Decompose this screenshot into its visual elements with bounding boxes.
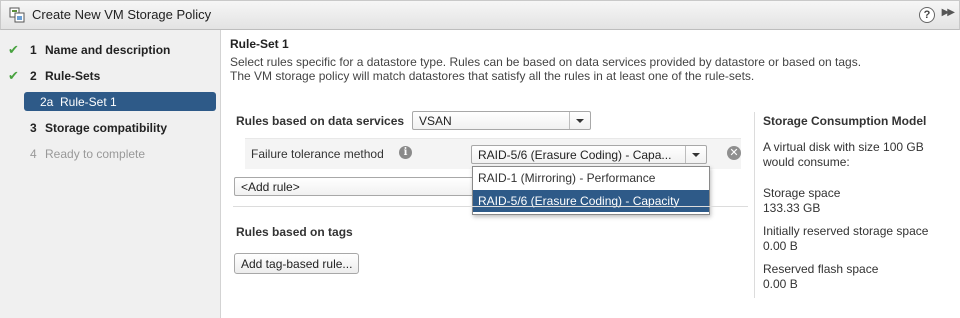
step-rule-set-1[interactable]: 2a Rule-Set 1 <box>24 92 216 111</box>
description-line: The VM storage policy will match datasto… <box>230 69 755 83</box>
add-tag-based-rule-button[interactable]: Add tag-based rule... <box>234 253 360 274</box>
consumption-intro: A virtual disk with size 100 GB <box>763 140 924 154</box>
add-rule-select[interactable]: <Add rule> <box>234 177 474 196</box>
remove-rule-icon[interactable]: ✕ <box>727 146 741 160</box>
expand-icon[interactable]: ▶▶ <box>942 7 955 18</box>
rule-set-panel: Rule-Set 1 Select rules specific for a d… <box>221 30 960 318</box>
reserved-flash-label: Reserved flash space <box>763 262 879 276</box>
step-label: Name and description <box>45 43 171 57</box>
selected-value: VSAN <box>419 114 452 128</box>
step-label: Storage compatibility <box>45 121 168 135</box>
vertical-divider <box>754 112 755 298</box>
step-number: 1 <box>30 43 37 57</box>
storage-space-value: 133.33 GB <box>763 201 821 215</box>
section-divider <box>233 206 748 207</box>
rule-row: Failure tolerance method i RAID-5/6 (Era… <box>245 138 741 169</box>
failure-tolerance-select[interactable]: RAID-5/6 (Erasure Coding) - Capa... <box>471 145 707 164</box>
window-titlebar: Create New VM Storage Policy ? ▶▶ <box>0 0 960 30</box>
step-storage-compatibility[interactable]: 3 Storage compatibility <box>0 118 220 138</box>
storage-space-label: Storage space <box>763 186 841 200</box>
checkmark-icon: ✔ <box>8 68 19 83</box>
reserved-storage-value: 0.00 B <box>763 239 798 253</box>
step-name-and-description[interactable]: ✔ 1 Name and description <box>0 40 220 60</box>
description-line: Select rules specific for a datastore ty… <box>230 55 862 69</box>
reserved-storage-label: Initially reserved storage space <box>763 224 929 238</box>
failure-tolerance-dropdown-list: RAID-1 (Mirroring) - Performance RAID-5/… <box>472 166 710 215</box>
dropdown-arrow-icon <box>569 112 590 129</box>
dropdown-option-selected[interactable]: RAID-5/6 (Erasure Coding) - Capacity <box>473 190 709 212</box>
data-services-select[interactable]: VSAN <box>412 111 591 130</box>
step-number: 2a <box>40 95 54 109</box>
wizard-steps-sidebar: ✔ 1 Name and description ✔ 2 Rule-Sets 2… <box>0 30 221 318</box>
window-title: Create New VM Storage Policy <box>32 7 212 22</box>
data-services-label: Rules based on data services <box>236 114 405 128</box>
dropdown-option[interactable]: RAID-1 (Mirroring) - Performance <box>473 167 709 189</box>
step-number: 4 <box>30 147 37 161</box>
step-ready-to-complete: 4 Ready to complete <box>0 144 220 164</box>
page-title: Rule-Set 1 <box>230 37 289 51</box>
description: Select rules specific for a datastore ty… <box>230 55 950 83</box>
consumption-intro: would consume: <box>763 155 850 169</box>
option-label: RAID-1 (Mirroring) - Performance <box>478 171 656 185</box>
step-number: 2 <box>30 69 37 83</box>
step-label: Ready to complete <box>45 147 146 161</box>
rule-label: Failure tolerance method <box>251 147 384 161</box>
tags-label: Rules based on tags <box>236 225 353 239</box>
selected-value: RAID-5/6 (Erasure Coding) - Capa... <box>478 148 672 162</box>
step-label: Rule-Sets <box>45 69 101 83</box>
reserved-flash-value: 0.00 B <box>763 277 798 291</box>
selected-value: <Add rule> <box>241 180 300 194</box>
info-icon[interactable]: i <box>399 146 412 159</box>
consumption-title: Storage Consumption Model <box>763 114 927 128</box>
dropdown-arrow-icon <box>685 146 706 163</box>
vm-storage-policy-icon <box>9 7 25 23</box>
step-rule-sets[interactable]: ✔ 2 Rule-Sets <box>0 66 220 86</box>
step-number: 3 <box>30 121 37 135</box>
step-label: Rule-Set 1 <box>60 95 117 109</box>
help-button[interactable]: ? <box>919 7 935 23</box>
checkmark-icon: ✔ <box>8 42 19 57</box>
